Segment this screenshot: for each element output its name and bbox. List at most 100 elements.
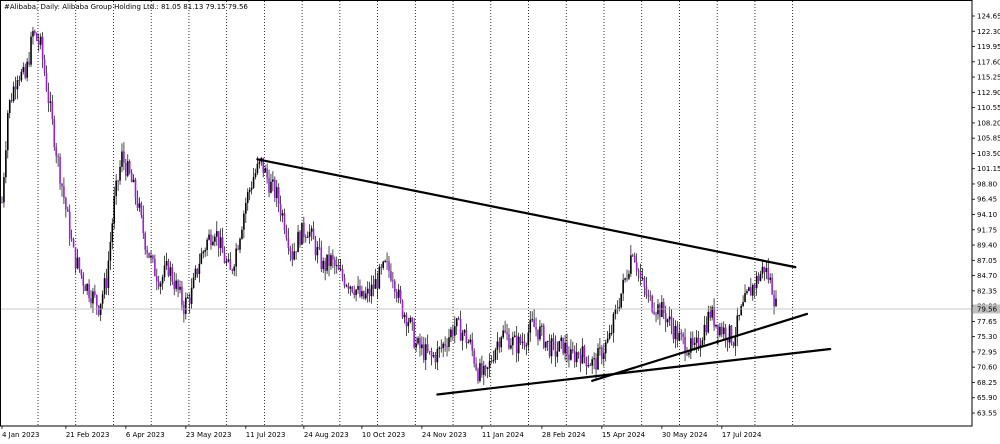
candle-body (734, 336, 737, 346)
candle-body (279, 203, 282, 216)
candle-body (421, 344, 423, 349)
candle-body (363, 291, 365, 299)
candle-body (417, 337, 419, 344)
candle-body (610, 332, 613, 334)
candle-body (680, 332, 682, 334)
candle-body (285, 230, 288, 239)
candle-body (295, 251, 297, 253)
candle-body (624, 278, 626, 280)
candle-body (374, 279, 377, 289)
candle-body (107, 260, 110, 289)
candle-body (620, 293, 622, 308)
candle-body (759, 273, 762, 281)
candle-body (481, 363, 483, 375)
candle-body (316, 247, 319, 256)
candle-body (450, 329, 452, 338)
x-tick-label: 15 Apr 2024 (602, 431, 646, 439)
candle-body (533, 319, 535, 328)
candle-body (512, 336, 514, 346)
candle-body (84, 285, 87, 291)
candle-body (732, 343, 735, 346)
candle-body (368, 288, 371, 297)
candle-body (428, 351, 431, 353)
candle-body (554, 341, 557, 357)
candle-body (1, 202, 3, 204)
candle-body (227, 259, 230, 262)
candle-body (573, 351, 576, 363)
candle-body (359, 286, 361, 297)
candle-body (771, 277, 773, 295)
candle-body (761, 266, 764, 274)
candle-body (707, 311, 710, 333)
candle-body (3, 177, 5, 203)
candle-body (585, 357, 588, 367)
candle-body (633, 255, 636, 263)
candle-body (175, 280, 177, 289)
candle-body (254, 172, 257, 177)
candle-body (672, 326, 675, 339)
price-chart[interactable]: 124.65 122.30 119.95 117.60 115.25 112.90 110.… (0, 0, 1000, 440)
candle-body (57, 156, 59, 158)
candle-body (206, 239, 208, 250)
candle-body (304, 237, 307, 239)
candle-body (517, 336, 520, 354)
candle-body (355, 289, 357, 296)
candle-body (767, 268, 770, 280)
candle-body (649, 295, 652, 297)
candle-body (18, 80, 21, 82)
candle-body (738, 315, 741, 317)
y-tick-label: 82.35 (977, 287, 997, 295)
candle-body (432, 355, 435, 357)
candle-body (16, 80, 19, 90)
candle-body (479, 363, 481, 381)
candle-body (339, 269, 342, 271)
y-tick-label: 89.40 (977, 242, 997, 250)
candle-body (239, 238, 241, 250)
candle-body (152, 255, 154, 259)
candle-body (347, 285, 350, 289)
candle-body (653, 311, 655, 314)
chart-container[interactable]: 124.65 122.30 119.95 117.60 115.25 112.90 110.… (0, 0, 1000, 440)
candle-body (483, 365, 485, 375)
candle-body (30, 36, 32, 65)
candle-body (144, 233, 146, 250)
candle-body (424, 344, 427, 360)
candle-body (736, 315, 739, 337)
candle-body (326, 254, 328, 271)
candle-body (161, 277, 164, 284)
candle-body (55, 147, 57, 157)
candle-body (626, 278, 628, 280)
candle-body (740, 306, 742, 316)
candle-body (775, 298, 777, 307)
candle-body (423, 344, 425, 360)
candle-body (678, 332, 681, 341)
candle-body (241, 229, 243, 239)
candle-body (97, 305, 100, 315)
candle-body (51, 101, 54, 120)
candle-body (606, 338, 609, 343)
candle-body (722, 327, 725, 335)
candle-body (233, 266, 235, 271)
candle-body (322, 260, 325, 270)
candle-body (214, 236, 216, 242)
candle-body (409, 317, 412, 323)
candle-body (237, 248, 239, 250)
candle-body (688, 352, 690, 355)
candle-body (608, 332, 611, 339)
candle-body (266, 168, 268, 178)
candle-body (645, 286, 648, 296)
candle-body (202, 251, 205, 254)
candle-body (599, 347, 601, 349)
x-tick-label: 10 Oct 2023 (362, 431, 405, 439)
candle-body (113, 196, 116, 224)
y-tick-label: 115.25 (977, 74, 1000, 82)
candle-body (277, 187, 280, 204)
candle-body (591, 359, 593, 366)
candle-body (494, 349, 497, 360)
x-tick-label: 4 Jan 2023 (2, 431, 40, 439)
candle-body (156, 276, 158, 282)
x-tick-label: 11 Jul 2023 (246, 431, 286, 439)
y-tick-label: 108.20 (977, 119, 1000, 127)
y-tick-label: 65.90 (977, 394, 997, 402)
candle-body (119, 166, 121, 181)
